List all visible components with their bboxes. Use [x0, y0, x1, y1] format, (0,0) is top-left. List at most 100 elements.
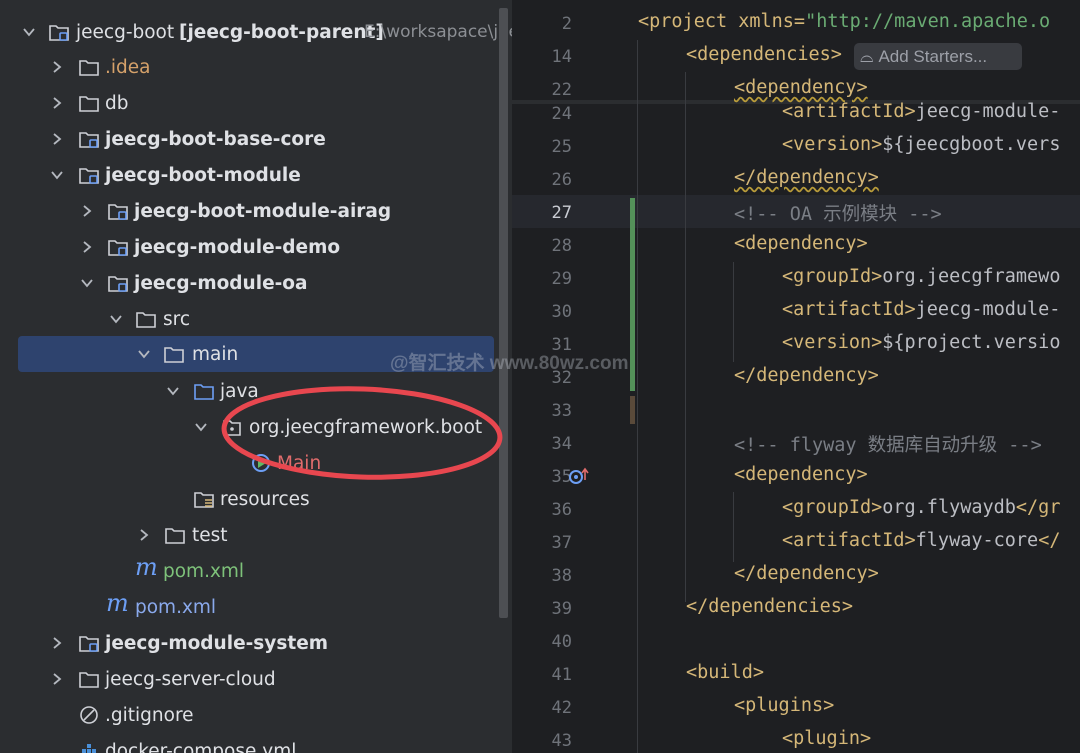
- chevron-down-icon[interactable]: [166, 384, 180, 398]
- tree-label-boot-module: jeecg-boot-module: [105, 164, 301, 186]
- chevron-down-icon[interactable]: [194, 420, 208, 434]
- tree-label-pom-oa: pom.xml: [163, 560, 245, 582]
- module-folder-icon: [48, 21, 70, 43]
- line-number: 39: [551, 599, 572, 619]
- tree-label-root: jeecg-boot: [76, 21, 175, 43]
- code-line-22: <dependency>: [734, 77, 868, 98]
- line-number: 30: [551, 302, 572, 322]
- code-line-14: <dependencies>: [686, 44, 842, 65]
- tree-row-root[interactable]: jeecg-boot [jeecg-boot-parent] E:\worksa…: [0, 14, 512, 50]
- folder-icon: [78, 668, 100, 690]
- starter-icon: ⌓: [860, 46, 874, 66]
- add-starters-hint[interactable]: ⌓ Add Starters...: [854, 43, 1022, 70]
- tree-label-module-system: jeecg-module-system: [105, 632, 329, 654]
- tree-label-main-class: Main: [277, 452, 322, 474]
- chevron-right-icon[interactable]: [50, 672, 64, 686]
- tree-row-java[interactable]: java: [0, 373, 498, 409]
- tree-row-idea[interactable]: .idea: [0, 49, 498, 85]
- chevron-right-icon[interactable]: [80, 240, 94, 254]
- tree-row-docker-compose[interactable]: docker-compose.yml: [0, 733, 498, 753]
- code-line-39: </dependencies>: [686, 596, 854, 617]
- folder-icon: [78, 56, 100, 78]
- line-number: 26: [551, 170, 572, 190]
- tree-label-db: db: [105, 92, 129, 114]
- chevron-right-icon[interactable]: [50, 60, 64, 74]
- tree-label-server-cloud: jeecg-server-cloud: [105, 668, 276, 690]
- tree-row-src[interactable]: src: [0, 301, 498, 337]
- line-number: 24: [551, 104, 572, 124]
- docker-icon: [78, 740, 100, 753]
- tree-row-pom-oa[interactable]: m pom.xml: [0, 553, 498, 589]
- line-number: 29: [551, 269, 572, 289]
- module-folder-icon: [78, 128, 100, 150]
- ignore-file-icon: [78, 704, 100, 726]
- tree-label-module-oa: jeecg-module-oa: [134, 272, 308, 294]
- line-number: 36: [551, 500, 572, 520]
- tree-row-module-oa[interactable]: jeecg-module-oa: [0, 265, 498, 301]
- project-tree-panel: jeecg-boot [jeecg-boot-parent] E:\worksa…: [0, 0, 512, 753]
- tree-row-test[interactable]: test: [0, 517, 498, 553]
- line-number: 33: [551, 401, 572, 421]
- maven-icon: m: [106, 589, 129, 617]
- line-number: 22: [551, 80, 572, 100]
- module-folder-icon: [78, 632, 100, 654]
- tree-row-server-cloud[interactable]: jeecg-server-cloud: [0, 661, 498, 697]
- tree-label-idea: .idea: [105, 56, 151, 78]
- chevron-down-icon[interactable]: [50, 168, 64, 182]
- tree-row-base-core[interactable]: jeecg-boot-base-core: [0, 121, 498, 157]
- module-folder-icon: [107, 272, 129, 294]
- tree-row-db[interactable]: db: [0, 85, 498, 121]
- tree-row-package[interactable]: org.jeecgframework.boot: [0, 409, 498, 445]
- code-line-37: <artifactId>flyway-core</: [782, 530, 1061, 551]
- vcs-modified-marker[interactable]: [630, 396, 635, 424]
- chevron-down-icon[interactable]: [137, 347, 151, 361]
- tree-label-resources: resources: [220, 488, 310, 510]
- tree-row-boot-module[interactable]: jeecg-boot-module: [0, 157, 498, 193]
- chevron-down-icon[interactable]: [80, 276, 94, 290]
- tree-row-module-system[interactable]: jeecg-module-system: [0, 625, 498, 661]
- line-number: 14: [551, 47, 572, 67]
- code-line-41: <build>: [686, 662, 764, 683]
- chevron-right-icon[interactable]: [50, 636, 64, 650]
- code-line-24: <artifactId>jeecg-module-: [782, 101, 1061, 122]
- chevron-right-icon[interactable]: [137, 528, 151, 542]
- vcs-added-marker[interactable]: [630, 198, 635, 391]
- java-class-run-icon: [250, 452, 272, 474]
- tree-row-main-class[interactable]: Main: [0, 445, 498, 481]
- chevron-right-icon[interactable]: [80, 204, 94, 218]
- code-line-26: </dependency>: [734, 167, 879, 188]
- implemented-gutter-icon[interactable]: [568, 466, 592, 486]
- code-line-34-comment: <!-- flyway 数据库自动升级 -->: [734, 435, 1042, 456]
- resources-folder-icon: [193, 488, 215, 510]
- tree-row-pom-module[interactable]: m pom.xml: [0, 589, 498, 625]
- line-number: 35: [551, 467, 572, 487]
- tree-label-docker-compose: docker-compose.yml: [105, 740, 297, 753]
- tree-row-module-demo[interactable]: jeecg-module-demo: [0, 229, 498, 265]
- chevron-down-icon[interactable]: [22, 25, 36, 39]
- chevron-right-icon[interactable]: [50, 96, 64, 110]
- tree-label-root-module: [jeecg-boot-parent]: [179, 21, 384, 43]
- tree-scrollbar[interactable]: [499, 8, 508, 618]
- tree-row-module-airag[interactable]: jeecg-boot-module-airag: [0, 193, 498, 229]
- code-line-25: <version>${jeecgboot.vers: [782, 134, 1061, 155]
- package-icon: [221, 416, 243, 438]
- tree-label-gitignore: .gitignore: [105, 704, 194, 726]
- tree-label-src: src: [163, 308, 191, 330]
- tree-label-java: java: [220, 380, 259, 402]
- chevron-right-icon[interactable]: [50, 132, 64, 146]
- code-line-36: <groupId>org.flywaydb</gr: [782, 497, 1061, 518]
- code-line-38: </dependency>: [734, 563, 879, 584]
- code-line-31: <version>${project.versio: [782, 332, 1061, 353]
- code-line-27-comment: <!-- OA 示例模块 -->: [734, 204, 942, 225]
- code-editor[interactable]: 2 14 22 24 25 26 27 28 29 30 31 32 33 34…: [512, 0, 1080, 753]
- line-number: 34: [551, 434, 572, 454]
- line-number: 43: [551, 731, 572, 751]
- code-line-28: <dependency>: [734, 233, 868, 254]
- code-line-32: </dependency>: [734, 365, 879, 386]
- chevron-down-icon[interactable]: [109, 312, 123, 326]
- line-number: 2: [561, 14, 572, 34]
- tree-row-resources[interactable]: resources: [0, 481, 498, 517]
- line-number: 41: [551, 665, 572, 685]
- tree-row-gitignore[interactable]: .gitignore: [0, 697, 498, 733]
- line-number: 37: [551, 533, 572, 553]
